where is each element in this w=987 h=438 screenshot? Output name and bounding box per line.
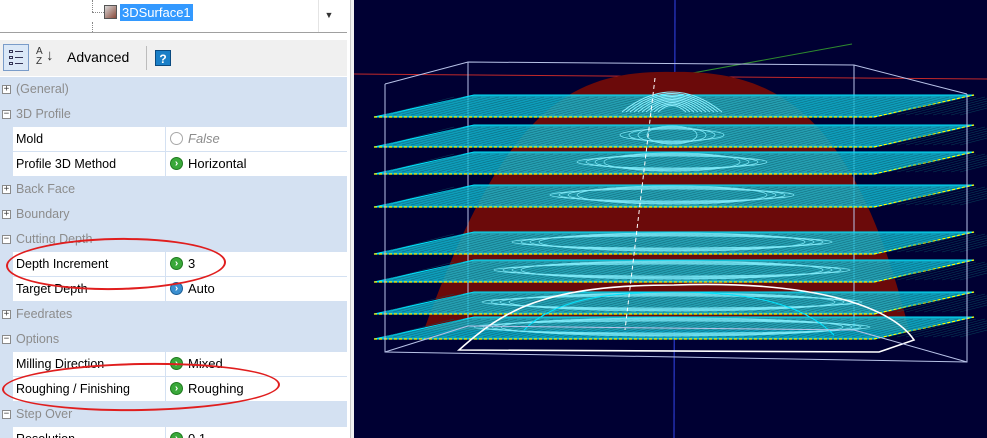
category-cutting-depth[interactable]: − Cutting Depth — [0, 227, 347, 252]
advanced-button[interactable]: Advanced — [62, 44, 142, 71]
category-3d-profile[interactable]: −3D Profile — [0, 102, 347, 127]
category-label: (General) — [16, 82, 69, 96]
default-arrow-icon: › — [170, 257, 183, 270]
category-label: Options — [16, 332, 60, 346]
category-options[interactable]: − Options — [0, 327, 347, 352]
property-toolbar: A Z ↓ Advanced ? — [0, 40, 347, 76]
alphabetical-button[interactable]: A Z ↓ — [34, 44, 56, 71]
column-divider — [165, 127, 166, 151]
property-value[interactable]: Horizontal — [188, 152, 247, 176]
property-value[interactable]: False — [188, 127, 220, 151]
property-name: Roughing / Finishing — [16, 382, 130, 396]
property-value[interactable]: Auto — [188, 277, 215, 301]
category-step-over[interactable]: − Step Over — [0, 402, 347, 427]
expand-icon[interactable]: + — [2, 185, 11, 194]
help-icon[interactable]: ? — [155, 50, 171, 66]
surface-node-icon — [104, 5, 117, 19]
property-name: Milling Direction — [16, 357, 105, 371]
property-name: Target Depth — [16, 282, 88, 296]
category-label: Cutting Depth — [16, 232, 93, 246]
category-general[interactable]: + (General) — [0, 77, 347, 102]
column-divider — [165, 252, 166, 276]
category-back-face[interactable]: + Back Face — [0, 177, 347, 202]
toolbar-divider — [146, 46, 147, 70]
default-arrow-icon: › — [170, 132, 183, 145]
property-value[interactable]: 3 — [188, 252, 195, 276]
category-label: Back Face — [16, 182, 76, 196]
default-arrow-icon: › — [170, 432, 183, 438]
category-label: 3D Profile — [16, 107, 71, 121]
category-label: Feedrates — [16, 307, 73, 321]
category-label: Step Over — [16, 407, 73, 421]
property-roughing-finishing[interactable]: Roughing / Finishing › Roughing — [0, 377, 347, 402]
property-depth-increment[interactable]: Depth Increment › 3 — [0, 252, 347, 277]
default-arrow-icon: › — [170, 382, 183, 395]
property-name: Resolution — [16, 427, 75, 438]
tree-connector — [92, 0, 93, 12]
expand-icon[interactable]: − — [2, 410, 11, 419]
property-name: Mold — [16, 132, 44, 146]
expand-icon[interactable]: + — [2, 210, 11, 219]
property-panel: 3DSurface1 ▼ A Z ↓ Advanced ? + (General) −3… — [0, 0, 350, 438]
default-arrow-icon: › — [170, 157, 183, 170]
property-value[interactable]: Roughing — [188, 377, 244, 401]
tree-node-selected[interactable]: 3DSurface1 — [120, 4, 193, 21]
scroll-down-icon[interactable]: ▼ — [319, 4, 339, 26]
expand-icon[interactable]: − — [2, 335, 11, 344]
category-feedrates[interactable]: + Feedrates — [0, 302, 347, 327]
column-divider — [165, 152, 166, 176]
property-name: Depth Increment — [16, 257, 109, 271]
categorized-button[interactable] — [3, 44, 29, 71]
tree-connector — [92, 12, 104, 13]
column-divider — [165, 377, 166, 401]
property-resolution[interactable]: Resolution › 0.1 — [0, 427, 347, 438]
3d-viewport[interactable] — [354, 0, 987, 438]
property-value[interactable]: 0.1 — [188, 427, 206, 438]
column-divider — [165, 277, 166, 301]
expand-icon[interactable]: − — [2, 235, 11, 244]
property-grid: + (General) −3D Profile Mold › False Profile 3… — [0, 77, 347, 438]
property-name: Profile 3D Method — [16, 157, 117, 171]
property-value[interactable]: Mixed — [188, 352, 223, 376]
category-label: Boundary — [16, 207, 70, 221]
expand-icon[interactable]: + — [2, 85, 11, 94]
computed-arrow-icon: › — [170, 282, 183, 295]
property-mold[interactable]: Mold › False — [0, 127, 347, 152]
column-divider — [165, 352, 166, 376]
toolpath-scene — [354, 0, 987, 438]
tree-view[interactable]: 3DSurface1 ▼ — [0, 0, 347, 33]
property-target-depth[interactable]: Target Depth › Auto — [0, 277, 347, 302]
expand-icon[interactable]: − — [2, 110, 11, 119]
column-divider — [165, 427, 166, 438]
expand-icon[interactable]: + — [2, 310, 11, 319]
property-milling-direction[interactable]: Milling Direction › Mixed — [0, 352, 347, 377]
tree-connector — [92, 22, 93, 32]
property-profile-3d-method[interactable]: Profile 3D Method › Horizontal — [0, 152, 347, 177]
category-boundary[interactable]: + Boundary — [0, 202, 347, 227]
default-arrow-icon: › — [170, 357, 183, 370]
